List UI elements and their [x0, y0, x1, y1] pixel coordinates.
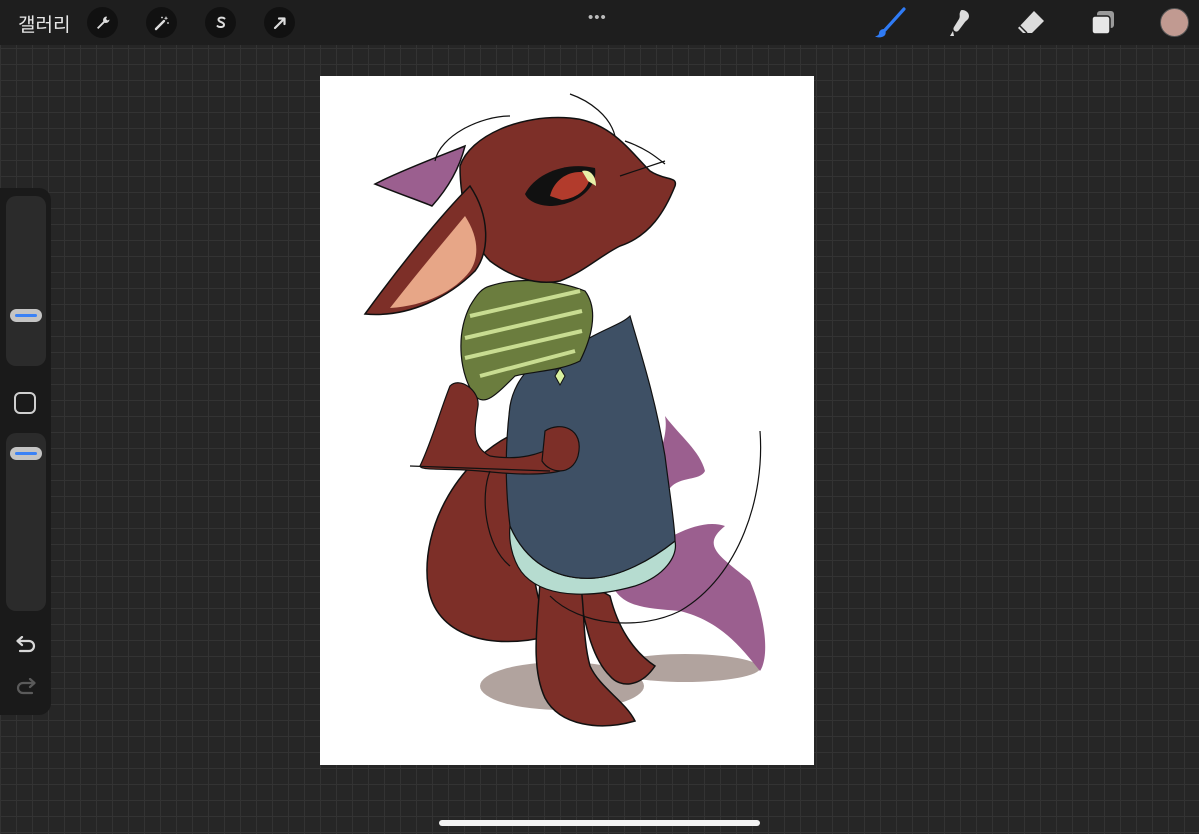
more-options-handle[interactable]: ••• — [588, 9, 607, 26]
transform-button[interactable] — [264, 7, 295, 38]
paint-tool-button[interactable] — [873, 6, 907, 40]
top-toolbar: 갤러리 ••• — [0, 0, 1199, 45]
modify-button[interactable] — [14, 392, 36, 414]
undo-icon[interactable] — [13, 636, 39, 658]
fox-illustration — [363, 93, 766, 727]
wrench-icon — [96, 16, 109, 29]
brush-opacity-thumb[interactable] — [10, 447, 42, 460]
layers-button[interactable] — [1086, 6, 1120, 40]
actions-button[interactable] — [87, 7, 118, 38]
smudge-tool-button[interactable] — [944, 6, 978, 40]
brush-sidebar — [0, 188, 51, 715]
brush-opacity-slider[interactable] — [6, 433, 46, 611]
smudge-icon — [950, 10, 969, 36]
selection-button[interactable] — [205, 7, 236, 38]
gallery-button[interactable]: 갤러리 — [18, 10, 70, 37]
selection-s-icon — [216, 16, 225, 28]
brush-size-slider[interactable] — [6, 196, 46, 366]
layers-icon — [1091, 11, 1114, 35]
drawing-canvas[interactable] — [320, 76, 814, 765]
adjustments-button[interactable] — [146, 7, 177, 38]
transform-arrow-icon — [273, 16, 286, 29]
eraser-icon — [1018, 11, 1044, 34]
magic-wand-icon — [154, 15, 169, 30]
home-indicator[interactable] — [439, 820, 760, 826]
redo-icon[interactable] — [13, 678, 39, 700]
color-picker-button[interactable] — [1160, 8, 1189, 37]
eraser-tool-button[interactable] — [1014, 6, 1048, 40]
brush-icon — [875, 7, 906, 38]
brush-size-thumb[interactable] — [10, 309, 42, 322]
